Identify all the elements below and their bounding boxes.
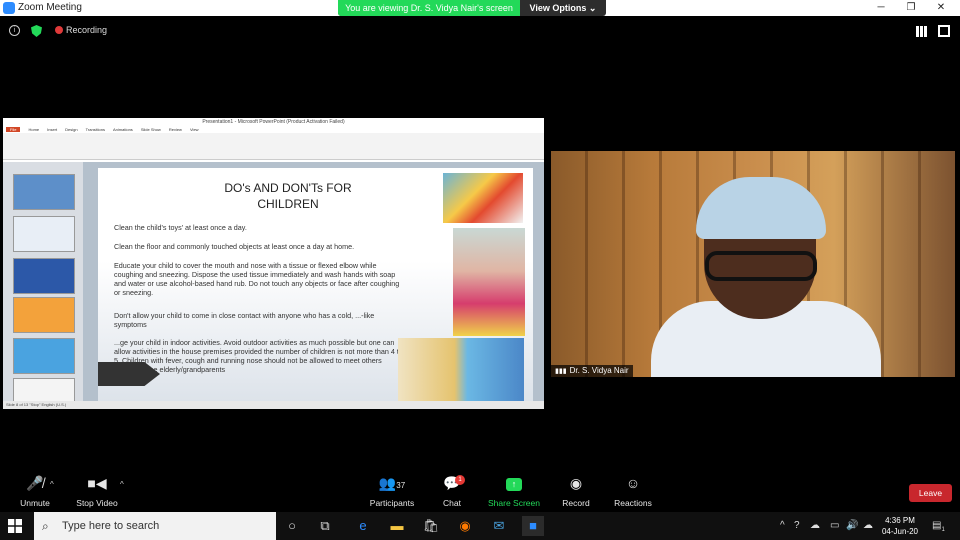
chat-icon: 💬 (443, 475, 461, 491)
minimize-button[interactable]: ─ (866, 0, 896, 16)
zoom-logo-icon (3, 2, 15, 14)
ppt-tab[interactable]: Slide Show (141, 127, 161, 132)
notification-count: 1 (941, 527, 945, 533)
search-placeholder: Type here to search (62, 520, 160, 532)
view-options-button[interactable]: View Options ⌄ (520, 0, 606, 16)
cortana-icon[interactable]: ○ (281, 516, 303, 536)
leave-button[interactable]: Leave (909, 484, 952, 502)
slide-thumbnail[interactable] (13, 258, 75, 294)
ppt-tab[interactable]: Transitions (86, 127, 105, 132)
share-screen-button[interactable]: ↑ Share Screen (479, 472, 549, 508)
stop-video-label: Stop Video (76, 498, 118, 508)
participant-name: Dr. S. Vidya Nair (569, 366, 629, 375)
search-icon: ⌕ (42, 519, 49, 533)
reactions-label: Reactions (614, 498, 652, 508)
slide-thumbnails (3, 162, 83, 409)
ppt-tab[interactable]: Insert (47, 127, 57, 132)
volume-icon[interactable]: 🔊 (846, 520, 858, 531)
edge-browser-icon[interactable]: e (352, 516, 374, 536)
info-icon[interactable]: i (9, 25, 20, 36)
ppt-tab[interactable]: Home (28, 127, 39, 132)
slide-thumbnail[interactable] (13, 297, 75, 333)
mic-muted-icon: 🎤̸ (26, 475, 44, 491)
mother-child-image (453, 228, 525, 336)
ppt-tab[interactable]: Review (169, 127, 182, 132)
file-explorer-icon[interactable]: ▬ (386, 516, 408, 536)
current-slide: DO's AND DON'Ts FOR CHILDREN Clean the c… (98, 168, 533, 401)
slide-thumbnail[interactable] (13, 338, 75, 374)
battery-icon[interactable]: ▭ (830, 520, 839, 531)
slide-bullet: Educate your child to cover the mouth an… (114, 261, 400, 297)
signal-bars-icon: ▮▮▮ (555, 368, 567, 375)
ppt-ribbon-tabs: File Home Insert Design Transitions Animation… (3, 126, 544, 133)
ppt-tab[interactable]: Animations (113, 127, 133, 132)
slide-thumbnail[interactable] (13, 174, 75, 210)
task-view-icon[interactable]: ⧉ (314, 516, 336, 536)
clock-date: 04-Jun-20 (881, 527, 919, 536)
slide-title: DO's AND DON'Ts FOR CHILDREN (188, 180, 388, 212)
shield-icon[interactable] (31, 25, 42, 37)
firefox-icon[interactable]: ◉ (454, 516, 476, 536)
network-icon[interactable]: ☁ (863, 520, 873, 531)
shared-screen: Presentation1 - Microsoft PowerPoint (Pr… (3, 118, 544, 409)
chat-label: Chat (443, 498, 461, 508)
unmute-label: Unmute (20, 498, 50, 508)
audio-options-chevron-icon[interactable]: ^ (50, 480, 54, 489)
stop-video-button[interactable]: ■◀ Stop Video (62, 472, 132, 508)
zoom-taskbar-icon[interactable]: ■ (522, 516, 544, 536)
chat-badge: 1 (455, 475, 465, 485)
windows-taskbar: ⌕ Type here to search ○ ⧉ e ▬ 🛍 ◉ ✉ ■ ^ … (0, 512, 960, 540)
participant-name-tag: ▮▮▮ Dr. S. Vidya Nair (551, 365, 633, 377)
toys-image (443, 173, 523, 223)
fullscreen-icon[interactable] (938, 25, 950, 37)
viewing-text: You are viewing Dr. S. Vidya Nair's scre… (338, 0, 520, 16)
viewing-banner: You are viewing Dr. S. Vidya Nair's scre… (338, 0, 606, 16)
slide-title-line2: CHILDREN (257, 197, 319, 211)
ppt-ribbon (3, 133, 544, 160)
ppt-statusbar: Slide 8 of 13 "Stop" English (U.S.) (3, 401, 544, 409)
tray-overflow-icon[interactable]: ^ (780, 520, 785, 531)
slide-bullet: Don't allow your child to come in close … (114, 311, 375, 329)
glasses (705, 251, 817, 281)
clock-time: 4:36 PM (885, 516, 915, 525)
slide-bullet: ...ge your child in indoor activities. A… (114, 338, 403, 374)
meeting-toolbar: 🎤̸ Unmute ^ ■◀ Stop Video ^ 👥37 Particip… (0, 472, 960, 512)
window-title: Zoom Meeting (18, 2, 82, 13)
share-screen-icon: ↑ (479, 472, 549, 494)
store-icon[interactable]: 🛍 (420, 516, 442, 536)
participant-video[interactable]: ▮▮▮ Dr. S. Vidya Nair (551, 151, 955, 377)
recording-indicator[interactable]: Recording (55, 25, 107, 35)
mail-icon[interactable]: ✉ (488, 516, 510, 536)
video-options-chevron-icon[interactable]: ^ (120, 480, 124, 489)
slide-title-line1: DO's AND DON'Ts FOR (224, 181, 352, 195)
notification-center-icon[interactable]: ▤1 (932, 520, 945, 533)
participants-count: 37 (396, 481, 406, 490)
indoor-outdoor-image (398, 338, 524, 401)
reactions-button[interactable]: ☺ Reactions (598, 472, 668, 508)
close-button[interactable]: ✕ (926, 0, 956, 16)
slide-bullet: Clean the floor and commonly touched obj… (114, 242, 355, 251)
recording-label: Recording (66, 25, 108, 35)
ppt-window-title: Presentation1 - Microsoft PowerPoint (Pr… (3, 118, 544, 126)
taskbar-search-box[interactable]: ⌕ Type here to search (34, 512, 276, 540)
slide-bullet: Clean the child's toys' at least once a … (114, 223, 247, 232)
help-icon[interactable]: ? (794, 520, 800, 531)
share-screen-label: Share Screen (488, 498, 540, 508)
slide-thumbnail[interactable] (13, 216, 75, 252)
ppt-tab[interactable]: View (190, 127, 199, 132)
ppt-tab[interactable]: File (6, 127, 21, 132)
ppt-tab[interactable]: Design (65, 127, 77, 132)
windows-start-icon[interactable] (8, 519, 22, 533)
taskbar-clock[interactable]: 4:36 PM 04-Jun-20 (877, 515, 923, 537)
unmute-button[interactable]: 🎤̸ Unmute (0, 472, 70, 508)
maximize-button[interactable]: ❐ (896, 0, 926, 16)
record-dot-icon (55, 26, 63, 34)
chat-button[interactable]: 💬 1 Chat (417, 472, 487, 508)
ppt-body: DO's AND DON'Ts FOR CHILDREN Clean the c… (3, 162, 544, 409)
gallery-view-icon[interactable] (916, 26, 927, 37)
reactions-icon: ☺ (625, 475, 641, 491)
onedrive-icon[interactable]: ☁ (810, 520, 820, 531)
